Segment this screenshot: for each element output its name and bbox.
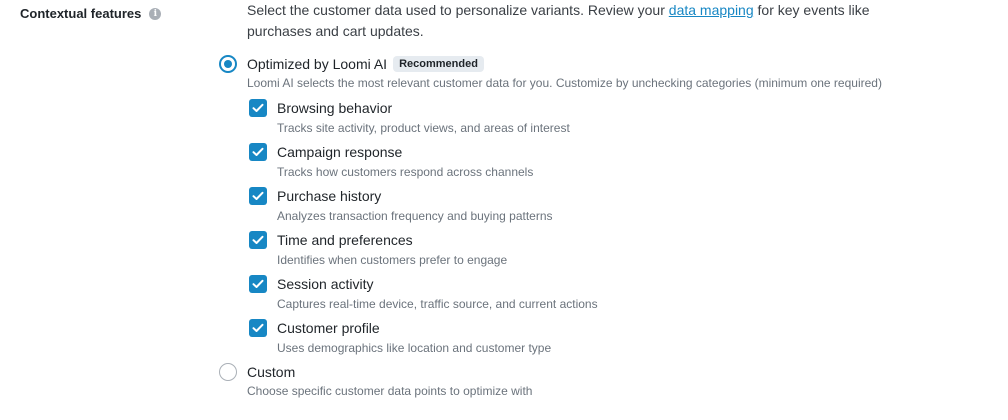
category-help: Analyzes transaction frequency and buyin… (277, 209, 553, 223)
category-row[interactable]: Browsing behavior (249, 99, 949, 117)
section-label: Contextual features i (20, 6, 162, 21)
radio-optimized[interactable]: Optimized by Loomi AI Recommended (219, 55, 484, 73)
category-item: Customer profile Uses demographics like … (249, 319, 949, 355)
category-item: Session activity Captures real-time devi… (249, 275, 949, 311)
data-mapping-link[interactable]: data mapping (669, 2, 754, 18)
description-text-1: Select the customer data used to persona… (247, 2, 669, 18)
category-label: Purchase history (277, 188, 382, 204)
category-item: Time and preferences Identifies when cus… (249, 231, 949, 267)
category-help: Tracks site activity, product views, and… (277, 121, 570, 135)
radio-button-custom[interactable] (219, 363, 237, 381)
category-help: Uses demographics like location and cust… (277, 341, 552, 355)
category-row[interactable]: Campaign response (249, 143, 949, 161)
category-label: Session activity (277, 276, 374, 292)
checkbox-checked-icon[interactable] (249, 231, 267, 249)
category-label: Browsing behavior (277, 100, 393, 116)
radio-label-custom: Custom (247, 364, 296, 380)
category-help: Identifies when customers prefer to enga… (277, 253, 508, 267)
category-item: Purchase history Analyzes transaction fr… (249, 187, 949, 223)
checkbox-checked-icon[interactable] (249, 143, 267, 161)
radio-help-custom: Choose specific customer data points to … (247, 384, 533, 398)
checkbox-checked-icon[interactable] (249, 99, 267, 117)
radio-help-optimized: Loomi AI selects the most relevant custo… (247, 76, 882, 90)
checkbox-checked-icon[interactable] (249, 319, 267, 337)
category-item: Browsing behavior Tracks site activity, … (249, 99, 949, 135)
category-label: Time and preferences (277, 232, 413, 248)
category-row[interactable]: Customer profile (249, 319, 949, 337)
category-help: Captures real-time device, traffic sourc… (277, 297, 598, 311)
category-row[interactable]: Time and preferences (249, 231, 949, 249)
checkbox-checked-icon[interactable] (249, 187, 267, 205)
description-text-3: purchases and cart updates. (247, 23, 424, 39)
description-text-2: for key events like (753, 2, 870, 18)
category-label: Campaign response (277, 144, 403, 160)
recommended-badge: Recommended (393, 56, 484, 72)
radio-label-optimized: Optimized by Loomi AI (247, 56, 388, 72)
section-title: Contextual features (20, 6, 142, 21)
checkbox-checked-icon[interactable] (249, 275, 267, 293)
category-item: Campaign response Tracks how customers r… (249, 143, 949, 179)
radio-button-optimized[interactable] (219, 55, 237, 73)
category-label: Customer profile (277, 320, 380, 336)
radio-custom[interactable]: Custom (219, 363, 295, 381)
settings-content: Select the customer data used to persona… (219, 0, 987, 398)
info-icon[interactable]: i (149, 7, 162, 20)
description: Select the customer data used to persona… (247, 0, 987, 42)
category-help: Tracks how customers respond across chan… (277, 165, 534, 179)
contextual-features-section: Contextual features i Select the custome… (0, 0, 1008, 420)
category-row[interactable]: Purchase history (249, 187, 949, 205)
category-row[interactable]: Session activity (249, 275, 949, 293)
